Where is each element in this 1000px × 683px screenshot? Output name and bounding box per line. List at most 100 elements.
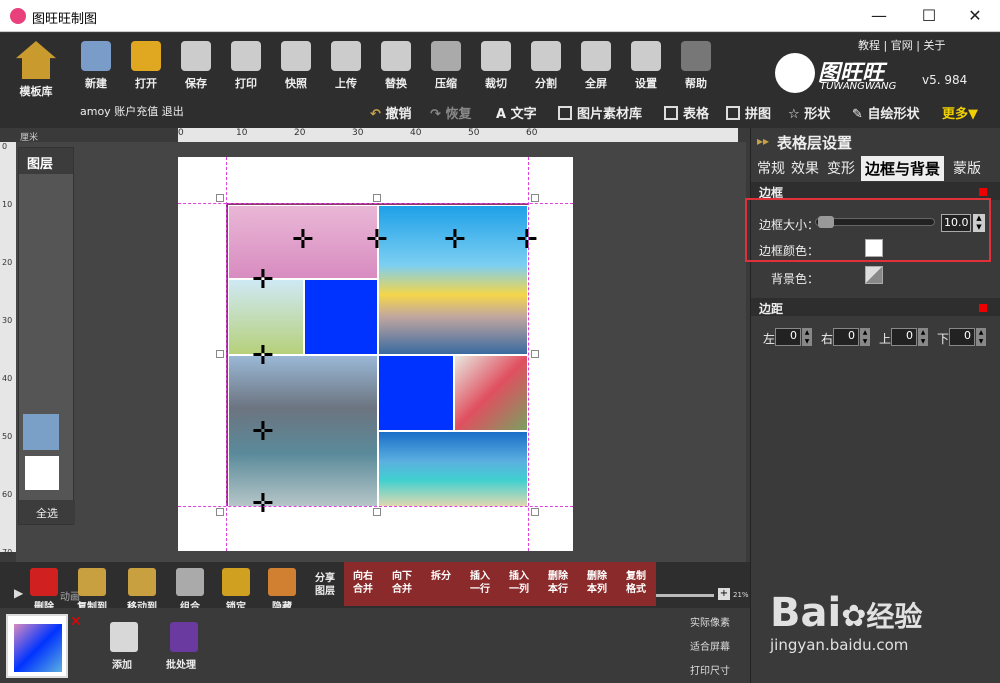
design-page[interactable]: ✛ ✛ ✛ ✛ ✛ ✛ ✛ ✛ <box>178 157 573 551</box>
toolbar-button-1[interactable]: 打开 <box>124 41 168 91</box>
table-op-button-4[interactable]: 插入 一列 <box>500 570 538 596</box>
table-op-button-3[interactable]: 插入 一行 <box>461 570 499 596</box>
toolbar-button-12[interactable]: 帮助 <box>674 41 718 91</box>
margin-spinner[interactable]: ▲ ▼ <box>860 328 870 346</box>
resize-handle[interactable] <box>216 508 224 516</box>
zoom-slider[interactable] <box>656 594 714 597</box>
select-all-button[interactable]: 全选 <box>19 500 75 524</box>
margin-input[interactable]: 0 <box>891 328 917 346</box>
batch-process-button[interactable]: 批处理 <box>164 622 204 671</box>
border-size-spinner[interactable]: ▲ ▼ <box>973 214 985 232</box>
link-website[interactable]: 官网 <box>891 39 913 52</box>
table-op-button-6[interactable]: 删除 本列 <box>578 570 616 596</box>
delete-page-icon[interactable]: ✕ <box>70 614 82 630</box>
table-op-button-5[interactable]: 删除 本行 <box>539 570 577 596</box>
collage-tool[interactable]: 拼图 <box>726 103 771 122</box>
tab-transform[interactable]: 变形 <box>827 158 855 178</box>
margin-spinner[interactable]: ▲ ▼ <box>802 328 812 346</box>
freehand-shape-tool[interactable]: ✎ 自绘形状 <box>852 103 919 122</box>
close-button[interactable]: ✕ <box>960 6 990 25</box>
toolbar-button-4[interactable]: 快照 <box>274 41 318 91</box>
empty-cell-blue-2[interactable] <box>378 355 454 431</box>
table-op-button-2[interactable]: 拆分 <box>422 570 460 583</box>
layer-tool-button-4[interactable]: 锁定 <box>214 568 258 613</box>
border-size-slider[interactable] <box>815 216 935 228</box>
layer-tool-button-2[interactable]: 移动到 <box>120 568 164 613</box>
resize-handle[interactable] <box>373 194 381 202</box>
table-op-button-0[interactable]: 向右 合并 <box>344 570 382 596</box>
collage-table[interactable]: ✛ ✛ ✛ ✛ ✛ ✛ ✛ ✛ <box>226 203 538 517</box>
layer-tool-button-5[interactable]: 隐藏 <box>260 568 304 613</box>
toolbar-button-9[interactable]: 分割 <box>524 41 568 91</box>
page-thumbnail[interactable] <box>6 614 68 678</box>
background-color-swatch[interactable] <box>865 266 883 284</box>
move-icon[interactable]: ✛ <box>252 419 274 445</box>
photo-cell-flower[interactable] <box>454 355 528 431</box>
margin-spinner[interactable]: ▲ ▼ <box>976 328 986 346</box>
toolbar-button-6[interactable]: 替换 <box>374 41 418 91</box>
tab-effects[interactable]: 效果 <box>791 158 819 178</box>
resize-handle[interactable] <box>373 508 381 516</box>
share-layer-button[interactable]: 分享 图层 <box>310 572 340 598</box>
maximize-button[interactable]: ☐ <box>914 6 944 25</box>
table-tool[interactable]: 表格 <box>664 103 709 122</box>
tab-mask[interactable]: 蒙版 <box>953 158 981 178</box>
move-icon[interactable]: ✛ <box>252 267 274 293</box>
undo-button[interactable]: ↶ 撤销 <box>370 103 411 122</box>
layer-tool-button-1[interactable]: 复制到 <box>70 568 114 613</box>
toolbar-button-11[interactable]: 设置 <box>624 41 668 91</box>
toolbar-button-2[interactable]: 保存 <box>174 41 218 91</box>
collapse-icon[interactable] <box>979 188 987 196</box>
photo-cell-beach[interactable] <box>378 431 528 507</box>
border-size-input[interactable]: 10.0 <box>941 214 971 232</box>
more-button[interactable]: 更多▼ <box>942 103 978 122</box>
link-about[interactable]: 关于 <box>923 39 945 52</box>
move-icon[interactable]: ✛ <box>292 227 314 253</box>
toolbar-button-0[interactable]: 新建 <box>74 41 118 91</box>
layer-tool-button-3[interactable]: 组合 <box>168 568 212 613</box>
tab-general[interactable]: 常规 <box>757 158 785 178</box>
resize-handle[interactable] <box>531 508 539 516</box>
redo-button[interactable]: ↷ 恢复 <box>430 103 471 122</box>
table-op-button-7[interactable]: 复制 格式 <box>617 570 655 596</box>
move-icon[interactable]: ✛ <box>252 491 274 517</box>
move-icon[interactable]: ✛ <box>444 227 466 253</box>
fit-screen-button[interactable]: 适合屏幕 <box>690 638 730 653</box>
toolbar-button-10[interactable]: 全屏 <box>574 41 618 91</box>
shape-tool[interactable]: ☆ 形状 <box>788 103 830 122</box>
minimize-button[interactable]: — <box>864 6 894 25</box>
resize-handle[interactable] <box>531 350 539 358</box>
empty-cell-blue[interactable] <box>304 279 378 355</box>
move-icon[interactable]: ✛ <box>366 227 388 253</box>
table-op-button-1[interactable]: 向下 合并 <box>383 570 421 596</box>
toolbar-button-8[interactable]: 裁切 <box>474 41 518 91</box>
move-icon[interactable]: ✛ <box>252 343 274 369</box>
resize-handle[interactable] <box>216 350 224 358</box>
photo-cell-river-town[interactable] <box>228 355 378 507</box>
account-links[interactable]: amoy 账户充值 退出 <box>80 103 184 119</box>
resize-handle[interactable] <box>531 194 539 202</box>
add-page-button[interactable]: 添加 <box>106 622 142 671</box>
move-icon[interactable]: ✛ <box>516 227 538 253</box>
toolbar-button-5[interactable]: 上传 <box>324 41 368 91</box>
tab-border-background[interactable]: 边框与背景 <box>861 156 945 181</box>
border-color-swatch[interactable] <box>865 239 883 257</box>
margin-input[interactable]: 0 <box>775 328 801 346</box>
toolbar-button-7[interactable]: 压缩 <box>424 41 468 91</box>
layer-thumbnail-table[interactable] <box>23 414 59 450</box>
layer-tool-button-0[interactable]: 删除 <box>22 568 66 613</box>
margin-input[interactable]: 0 <box>833 328 859 346</box>
layer-thumbnail-background[interactable] <box>25 456 59 490</box>
text-tool[interactable]: A 文字 <box>496 103 537 122</box>
link-tutorial[interactable]: 教程 <box>858 39 880 52</box>
slider-thumb[interactable] <box>818 216 834 228</box>
margin-input[interactable]: 0 <box>949 328 975 346</box>
resize-handle[interactable] <box>216 194 224 202</box>
toolbar-button-3[interactable]: 打印 <box>224 41 268 91</box>
print-size-button[interactable]: 打印尺寸 <box>690 662 730 677</box>
template-library-button[interactable]: 模板库 <box>12 41 60 99</box>
margin-spinner[interactable]: ▲ ▼ <box>918 328 928 346</box>
image-library-tool[interactable]: 图片素材库 <box>558 103 642 122</box>
collapse-icon[interactable] <box>979 304 987 312</box>
zoom-in-button[interactable]: + <box>718 588 730 600</box>
